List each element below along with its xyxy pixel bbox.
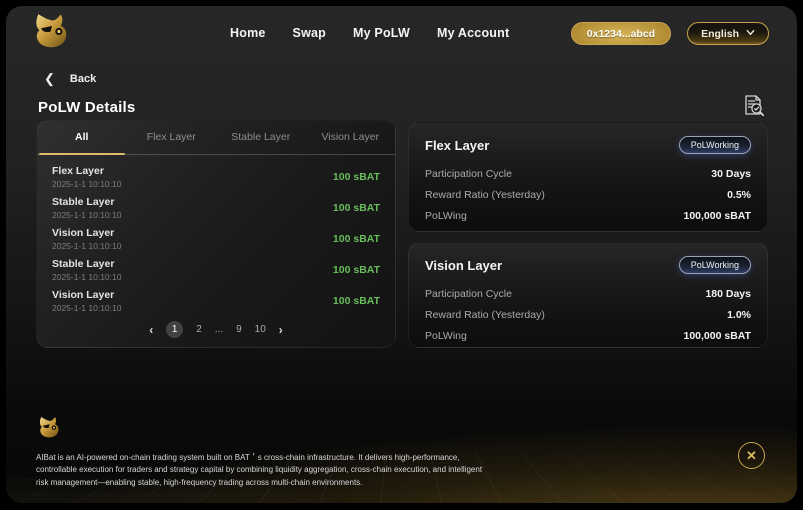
chevron-down-icon: [746, 28, 755, 37]
record-row[interactable]: Flex Layer 2025-1-1 10:10:10 100 sBAT: [52, 161, 380, 192]
record-timestamp: 2025-1-1 10:10:10: [52, 272, 121, 282]
document-audit-icon[interactable]: [739, 92, 769, 122]
pagination-page-10[interactable]: 10: [255, 324, 266, 335]
back-button[interactable]: ❮ Back: [44, 72, 96, 85]
record-amount: 100 sBAT: [333, 295, 380, 307]
pagination-page-9[interactable]: 9: [236, 324, 242, 335]
footer-about-text: AIBat is an AI-powered on-chain trading …: [36, 452, 492, 489]
record-timestamp: 2025-1-1 10:10:10: [52, 241, 121, 251]
pagination-page-2[interactable]: 2: [196, 324, 202, 335]
row-label: PoLWing: [425, 210, 467, 222]
record-timestamp: 2025-1-1 10:10:10: [52, 179, 121, 189]
tab-all[interactable]: All: [37, 121, 127, 154]
row-value: 180 Days: [705, 288, 751, 300]
x-logo-icon: ✕: [746, 448, 757, 464]
row-label: Reward Ratio (Yesterday): [425, 189, 545, 201]
nav-swap[interactable]: Swap: [293, 26, 326, 40]
record-timestamp: 2025-1-1 10:10:10: [52, 210, 121, 220]
layer-tabs: All Flex Layer Stable Layer Vision Layer: [37, 121, 395, 155]
app-window: Home Swap My PoLW My Account 0x1234...ab…: [6, 6, 797, 503]
record-row[interactable]: Stable Layer 2025-1-1 10:10:10 100 sBAT: [52, 254, 380, 285]
pagination-next-icon[interactable]: ›: [279, 323, 283, 337]
wallet-address-label: 0x1234...abcd: [587, 28, 655, 40]
pagination-ellipsis: ...: [215, 324, 223, 335]
main-nav: Home Swap My PoLW My Account: [230, 6, 509, 60]
record-amount: 100 sBAT: [333, 233, 380, 245]
vision-layer-card: Vision Layer PoLWorking Participation Cy…: [408, 242, 768, 348]
card-row: PoLWing 100,000 sBAT: [425, 325, 751, 346]
page-title: PoLW Details: [38, 99, 135, 116]
card-row: PoLWing 100,000 sBAT: [425, 205, 751, 226]
card-row: Reward Ratio (Yesterday) 0.5%: [425, 184, 751, 205]
record-timestamp: 2025-1-1 10:10:10: [52, 303, 121, 313]
pagination-page-1[interactable]: 1: [166, 321, 183, 338]
row-label: PoLWing: [425, 330, 467, 342]
record-main: Stable Layer 2025-1-1 10:10:10: [52, 258, 121, 282]
row-value: 100,000 sBAT: [683, 210, 751, 222]
row-value: 30 Days: [711, 168, 751, 180]
nav-home[interactable]: Home: [230, 26, 266, 40]
card-title: Flex Layer: [425, 138, 489, 153]
record-main: Vision Layer 2025-1-1 10:10:10: [52, 227, 121, 251]
chevron-left-icon: ❮: [44, 72, 55, 85]
record-layer: Vision Layer: [52, 289, 121, 301]
records-list: Flex Layer 2025-1-1 10:10:10 100 sBAT St…: [37, 155, 395, 316]
row-label: Participation Cycle: [425, 168, 512, 180]
record-layer: Stable Layer: [52, 196, 121, 208]
footer-bat-logo-icon: [36, 416, 62, 440]
nav-my-polw[interactable]: My PoLW: [353, 26, 410, 40]
polworking-badge: PoLWorking: [679, 256, 751, 274]
header-controls: 0x1234...abcd English: [571, 22, 769, 45]
record-main: Vision Layer 2025-1-1 10:10:10: [52, 289, 121, 313]
row-value: 100,000 sBAT: [683, 330, 751, 342]
card-title: Vision Layer: [425, 258, 502, 273]
pagination: ‹ 1 2 ... 9 10 ›: [37, 321, 395, 338]
back-label: Back: [70, 73, 96, 85]
records-panel: All Flex Layer Stable Layer Vision Layer…: [36, 120, 396, 348]
record-row[interactable]: Vision Layer 2025-1-1 10:10:10 100 sBAT: [52, 223, 380, 254]
tab-flex-layer[interactable]: Flex Layer: [127, 121, 217, 154]
polworking-badge: PoLWorking: [679, 136, 751, 154]
card-row: Participation Cycle 180 Days: [425, 283, 751, 304]
record-row[interactable]: Vision Layer 2025-1-1 10:10:10 100 sBAT: [52, 285, 380, 316]
record-layer: Flex Layer: [52, 165, 121, 177]
record-amount: 100 sBAT: [333, 264, 380, 276]
language-selector[interactable]: English: [687, 22, 769, 45]
pagination-prev-icon[interactable]: ‹: [149, 323, 153, 337]
x-social-button[interactable]: ✕: [738, 442, 765, 469]
record-layer: Stable Layer: [52, 258, 121, 270]
record-row[interactable]: Stable Layer 2025-1-1 10:10:10 100 sBAT: [52, 192, 380, 223]
nav-my-account[interactable]: My Account: [437, 26, 509, 40]
record-layer: Vision Layer: [52, 227, 121, 239]
row-value: 1.0%: [727, 309, 751, 321]
card-row: Participation Cycle 30 Days: [425, 163, 751, 184]
record-main: Stable Layer 2025-1-1 10:10:10: [52, 196, 121, 220]
tab-stable-layer[interactable]: Stable Layer: [216, 121, 306, 154]
record-amount: 100 sBAT: [333, 171, 380, 183]
card-header: Vision Layer PoLWorking: [425, 256, 751, 274]
row-label: Participation Cycle: [425, 288, 512, 300]
bat-logo-icon[interactable]: [30, 13, 72, 51]
record-main: Flex Layer 2025-1-1 10:10:10: [52, 165, 121, 189]
language-label: English: [701, 28, 739, 40]
card-row: Reward Ratio (Yesterday) 1.0%: [425, 304, 751, 325]
wallet-address-button[interactable]: 0x1234...abcd: [571, 22, 671, 45]
row-value: 0.5%: [727, 189, 751, 201]
card-header: Flex Layer PoLWorking: [425, 136, 751, 154]
flex-layer-card: Flex Layer PoLWorking Participation Cycl…: [408, 122, 768, 232]
row-label: Reward Ratio (Yesterday): [425, 309, 545, 321]
tab-vision-layer[interactable]: Vision Layer: [306, 121, 396, 154]
record-amount: 100 sBAT: [333, 202, 380, 214]
